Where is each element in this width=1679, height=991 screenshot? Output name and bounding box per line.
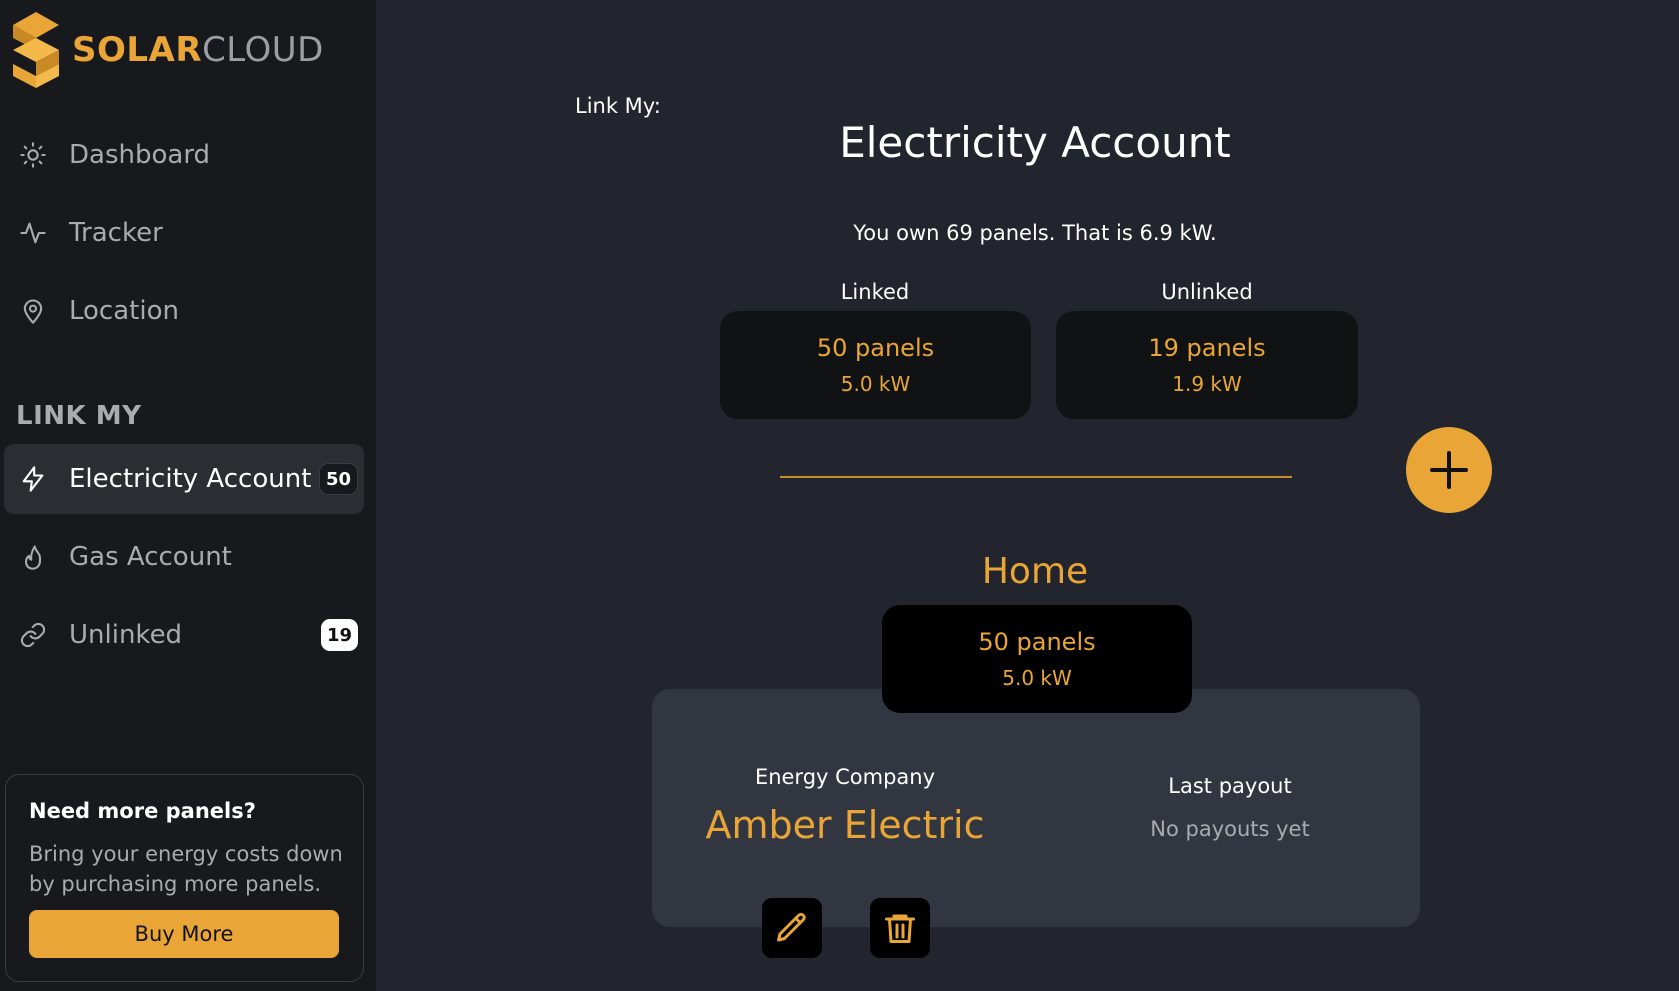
account-panels: 50 panels [978,628,1096,656]
unlinked-panels: 19 panels [1148,334,1266,362]
unlinked-kw: 1.9 kW [1172,372,1242,396]
last-payout-value: No payouts yet [1150,817,1310,841]
section-divider [780,476,1292,478]
activity-icon [17,217,49,249]
buy-more-button[interactable]: Buy More [29,910,339,958]
sidebar: SOLARCLOUD Dashboard Tracker Location LI… [0,0,376,991]
nav-dashboard-label: Dashboard [69,140,211,170]
electricity-count-badge: 50 [318,463,358,495]
pencil-icon [777,912,806,942]
solarcloud-logo-icon [13,12,59,88]
lightning-icon [17,463,49,495]
nav-tracker[interactable]: Tracker [4,198,364,268]
flame-icon [17,541,49,573]
section-link-my: LINK MY [16,401,142,431]
nav-location[interactable]: Location [4,276,364,346]
delete-button[interactable] [870,898,930,958]
linked-label: Linked [840,280,910,304]
nav-tracker-label: Tracker [69,218,163,248]
linked-panels: 50 panels [816,334,935,362]
energy-company-value: Amber Electric [705,803,985,847]
unlinked-label: Unlinked [1161,280,1253,304]
plus-icon [1430,451,1468,489]
linked-kw: 5.0 kW [840,372,911,396]
link-my-label: Link My: [575,94,661,118]
logo[interactable]: SOLARCLOUD [13,12,324,88]
unlinked-count-badge: 19 [320,619,358,651]
nav-gas-account[interactable]: Gas Account [4,522,364,592]
brand-solar: SOLAR [72,30,203,70]
unlinked-stat-card: 19 panels 1.9 kW [1056,311,1358,419]
panel-summary: You own 69 panels. That is 6.9 kW. [853,221,1217,245]
brand-name: SOLARCLOUD [72,30,324,70]
sun-icon [17,139,49,171]
edit-button[interactable] [762,898,822,958]
account-name: Home [981,551,1089,592]
promo-title: Need more panels? [29,799,256,823]
nav-electricity-label: Electricity Account [69,464,312,494]
brand-cloud: CLOUD [202,30,324,70]
promo-card: Need more panels? Bring your energy cost… [5,774,364,982]
nav-electricity-account[interactable]: Electricity Account 50 [4,444,364,514]
last-payout-label: Last payout [1168,774,1292,798]
linked-stat-card: 50 panels 5.0 kW [720,311,1031,419]
account-stat-card: 50 panels 5.0 kW [882,605,1192,713]
nav-gas-label: Gas Account [69,542,232,572]
nav-unlinked[interactable]: Unlinked 19 [4,600,364,670]
energy-company-label: Energy Company [754,765,936,789]
nav-dashboard[interactable]: Dashboard [4,120,364,190]
link-icon [17,619,49,651]
nav-unlinked-label: Unlinked [69,620,183,650]
add-account-button[interactable] [1406,427,1492,513]
nav-location-label: Location [69,296,179,326]
map-pin-icon [17,295,49,327]
trash-icon [885,914,915,943]
account-kw: 5.0 kW [1002,666,1072,690]
promo-text: Bring your energy costs down by purchasi… [29,842,343,896]
page-title: Electricity Account [839,118,1231,167]
